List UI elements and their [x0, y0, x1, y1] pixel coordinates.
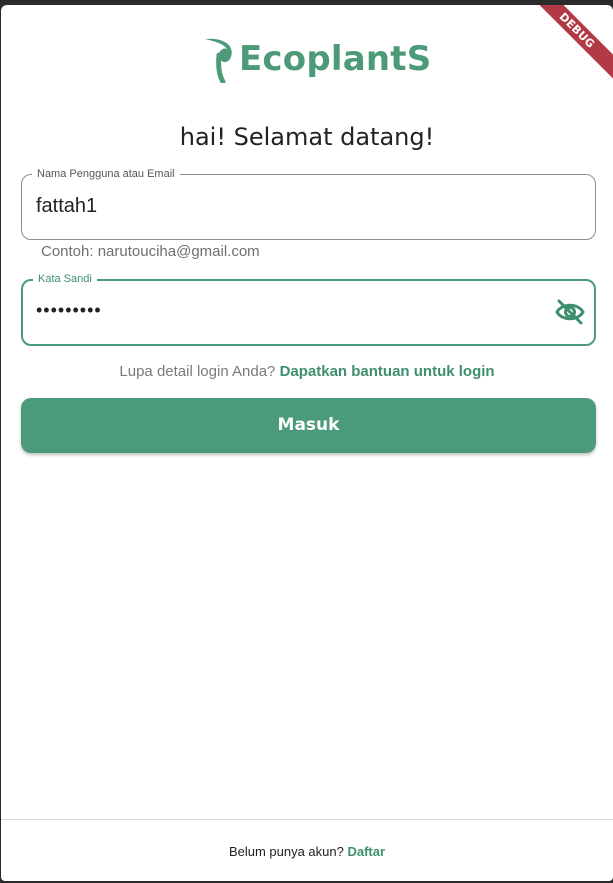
welcome-title: hai! Selamat datang!	[179, 123, 435, 151]
register-prompt: Belum punya akun?	[228, 844, 344, 859]
password-field[interactable]: Kata Sandi •••••••••	[21, 271, 596, 346]
login-help-prompt: Lupa detail login Anda?	[119, 363, 276, 380]
footer: Belum punya akun? Daftar	[1, 819, 613, 881]
leaf-icon	[205, 38, 232, 83]
login-button[interactable]: Masuk	[21, 398, 596, 453]
login-help: Lupa detail login Anda? Dapatkan bantuan…	[1, 363, 613, 380]
username-value[interactable]: fattah1	[36, 195, 97, 218]
login-help-link[interactable]: Dapatkan bantuan untuk login	[280, 363, 495, 380]
username-field[interactable]: Nama Pengguna atau Email fattah1	[21, 166, 596, 240]
app-logo: EcoplantS	[201, 35, 431, 83]
username-label: Nama Pengguna atau Email	[32, 166, 180, 182]
debug-banner-label: DEBUG	[528, 5, 613, 79]
debug-banner: DEBUG	[523, 5, 613, 95]
logo-text: EcoplantS	[239, 39, 432, 79]
password-label: Kata Sandi	[33, 271, 97, 287]
password-value[interactable]: •••••••••	[36, 300, 102, 321]
login-screen: DEBUG EcoplantS hai! Selamat datang! Nam…	[1, 5, 613, 881]
register-link[interactable]: Daftar	[347, 844, 385, 859]
eye-off-icon[interactable]	[555, 298, 585, 326]
username-helper-text: Contoh: narutouciha@gmail.com	[41, 243, 260, 260]
